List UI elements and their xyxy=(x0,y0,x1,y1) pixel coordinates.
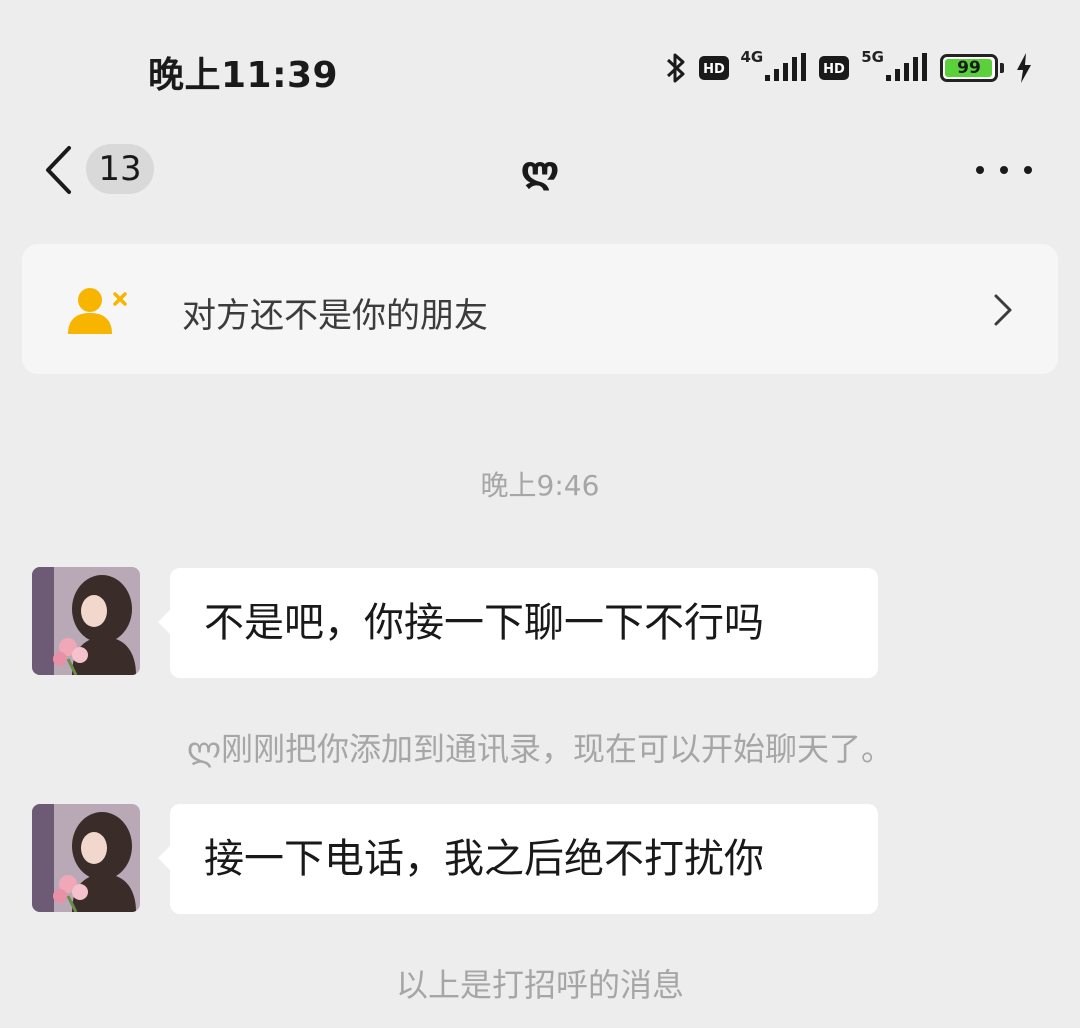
message-text: 接一下电话，我之后绝不打扰你 xyxy=(204,836,764,882)
system-notice-name: ლ xyxy=(186,730,222,768)
not-friend-banner[interactable]: 对方还不是你的朋友 xyxy=(22,244,1058,374)
more-button[interactable] xyxy=(976,150,1032,190)
status-time: 晚上11:39 xyxy=(148,55,339,96)
bluetooth-icon xyxy=(665,51,687,85)
battery-body: 99 xyxy=(940,54,998,82)
message-time-divider: 晚上9:46 xyxy=(480,469,600,502)
system-notice-text: 刚刚把你添加到通讯录，现在可以开始聊天了。 xyxy=(221,730,894,768)
battery-tip xyxy=(1000,63,1004,73)
network-label-4g: 4G xyxy=(740,48,764,66)
message-text: 不是吧，你接一下聊一下不行吗 xyxy=(204,600,764,646)
hd-icon: HD xyxy=(698,56,729,80)
message-bubble[interactable]: 不是吧，你接一下聊一下不行吗 xyxy=(158,568,878,678)
not-friend-text: 对方还不是你的朋友 xyxy=(182,296,488,336)
more-icon xyxy=(976,166,984,174)
chevron-right-icon xyxy=(994,294,1012,326)
greeting-notice: 以上是打招呼的消息 xyxy=(395,966,684,1004)
hd-icon: HD xyxy=(819,56,850,80)
battery-level: 99 xyxy=(957,58,981,78)
signal-icon xyxy=(765,53,807,83)
avatar-image xyxy=(32,567,140,675)
charging-icon xyxy=(1016,53,1032,83)
battery-icon: 99 xyxy=(940,54,998,82)
chat-header: 13 ლ xyxy=(0,120,1080,230)
more-icon xyxy=(1000,166,1008,174)
user-remove-icon xyxy=(68,288,127,334)
signal-icon xyxy=(886,53,928,83)
chat-title[interactable]: ლ xyxy=(0,150,1080,191)
avatar[interactable] xyxy=(32,567,140,675)
hd-label: HD xyxy=(703,62,725,77)
hd-label: HD xyxy=(823,62,845,77)
system-notice: ლ刚刚把你添加到通讯录，现在可以开始聊天了。 xyxy=(0,724,1080,770)
avatar[interactable] xyxy=(32,804,140,912)
network-label-5g: 5G xyxy=(861,48,884,66)
status-bar: 晚上11:39 HD 4G HD 5G 99 xyxy=(0,0,1080,120)
message-bubble[interactable]: 接一下电话，我之后绝不打扰你 xyxy=(158,804,878,914)
more-icon xyxy=(1024,166,1032,174)
status-icons: HD 4G HD 5G 99 xyxy=(665,48,1033,88)
avatar-image xyxy=(32,804,140,912)
